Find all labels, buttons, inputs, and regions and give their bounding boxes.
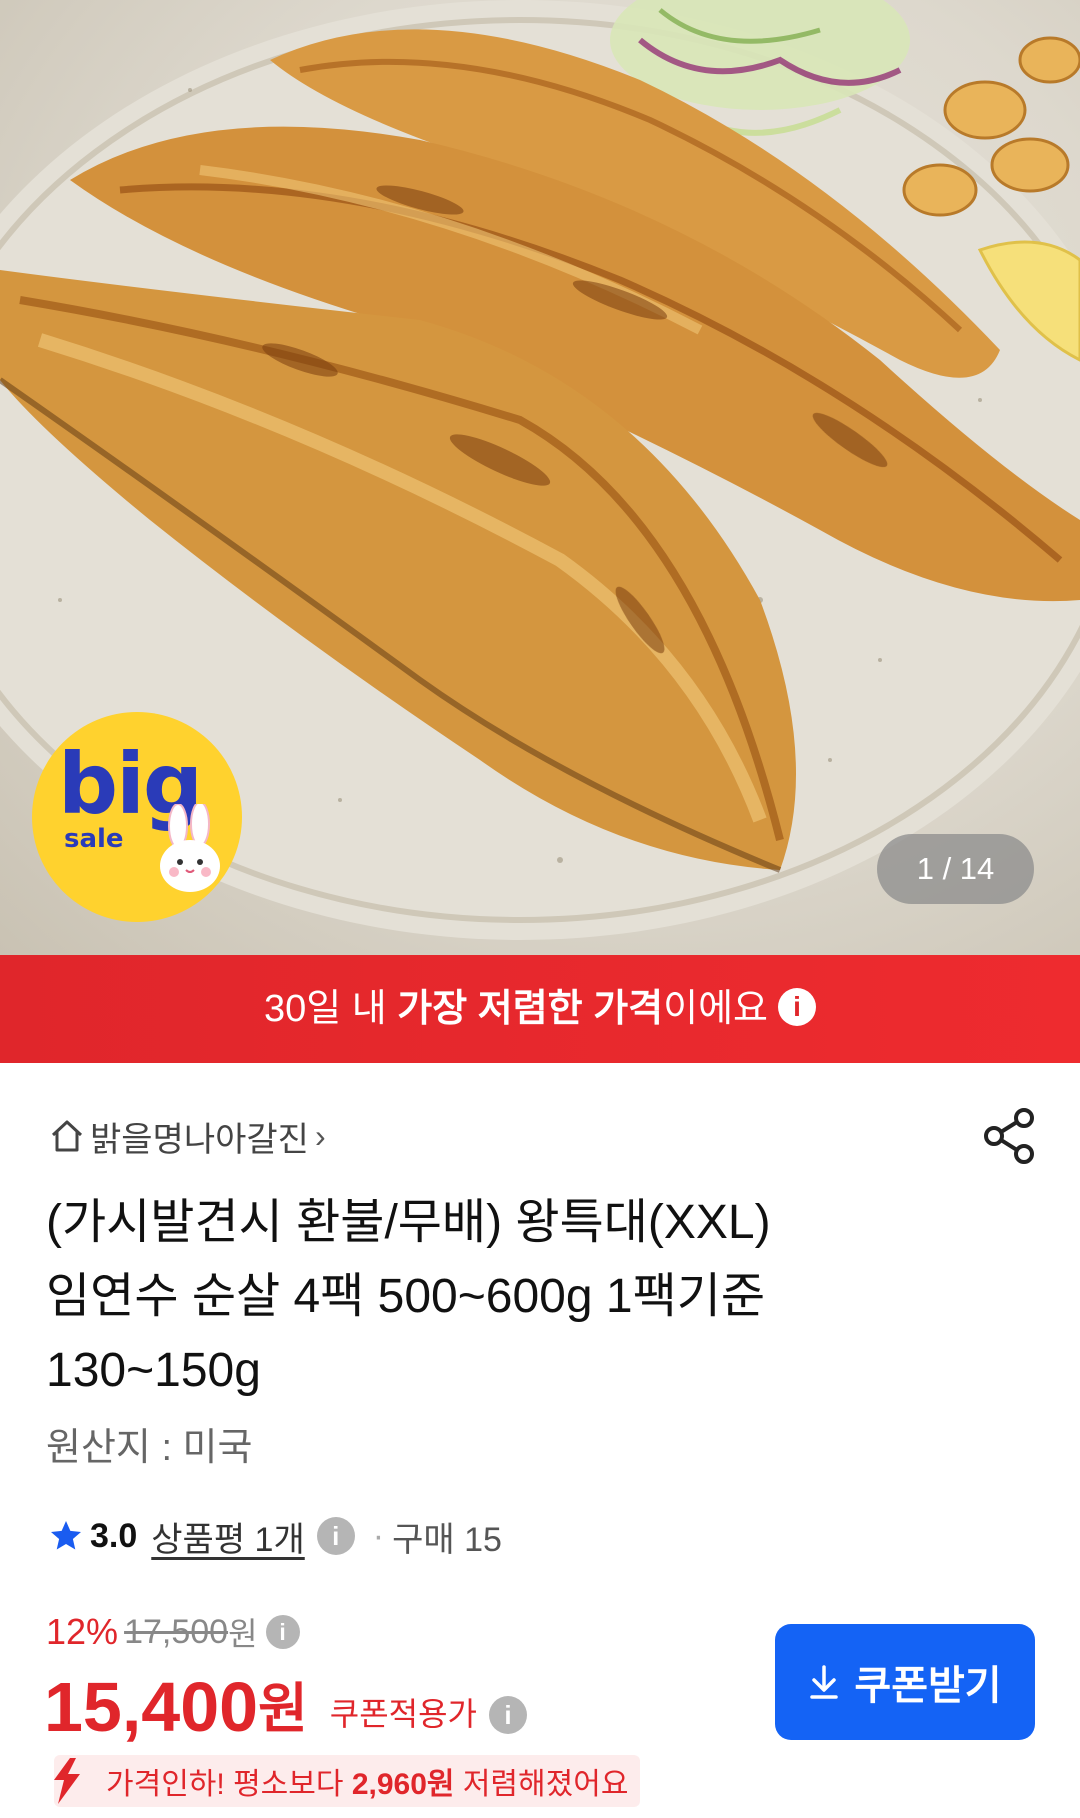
image-counter: 1 / 14 <box>877 834 1034 904</box>
discount-row: 12% 17,500 원 i <box>46 1608 300 1656</box>
price-drop-amount: 2,960원 <box>351 1768 455 1801</box>
arrow-down-icon <box>54 1758 80 1804</box>
product-title: (가시발견시 환불/무배) 왕특대(XXL) 임연수 순살 4팩 500~600… <box>46 1186 1036 1408</box>
badge-sale-text: sale <box>64 824 124 854</box>
purchase-count: 구매 15 <box>392 1520 502 1559</box>
rating-score: 3.0 <box>90 1516 138 1555</box>
get-coupon-button[interactable]: 쿠폰받기 <box>775 1624 1035 1740</box>
store-name: 밝을명나아갈진 <box>90 1120 309 1159</box>
product-title-line: 130~150g <box>46 1344 261 1397</box>
price-drop-prefix: 가격인하! 평소보다 <box>106 1768 352 1801</box>
price-row: 15,400 원 쿠폰적용가 i <box>44 1658 527 1750</box>
info-icon[interactable]: i <box>778 987 817 1026</box>
product-title-line: (가시발견시 환불/무배) 왕특대(XXL) <box>46 1196 771 1249</box>
coupon-price-label: 쿠폰적용가 <box>329 1696 477 1732</box>
info-icon[interactable]: i <box>316 1517 355 1555</box>
lowest-price-banner[interactable]: 30일 내 가장 저렴한 가격이에요 i <box>0 955 1080 1063</box>
download-icon <box>810 1665 839 1699</box>
info-icon[interactable]: i <box>265 1615 300 1649</box>
origin-text: 원산지 : 미국 <box>46 1427 253 1469</box>
original-price-unit: 원 <box>228 1616 258 1652</box>
store-link[interactable]: 밝을명나아갈진 › <box>48 1112 326 1160</box>
share-icon[interactable] <box>982 1106 1038 1166</box>
separator-dot: · <box>372 1516 385 1555</box>
big-sale-badge: big sale <box>32 712 242 922</box>
sale-price: 15,400 <box>44 1668 259 1746</box>
price-drop-notice: 가격인하! 평소보다 2,960원 저렴해졌어요 <box>40 1755 641 1807</box>
banner-bold: 가장 저렴한 가격 <box>397 988 664 1030</box>
banner-suffix: 이에요 <box>663 988 769 1030</box>
rating-row: 3.0 상품평 1개 i · 구매 15 <box>48 1510 502 1562</box>
product-title-line: 임연수 순살 4팩 500~600g 1팩기준 <box>46 1270 766 1323</box>
price-drop-suffix: 저렴해졌어요 <box>454 1768 629 1801</box>
original-price: 17,500 <box>124 1612 229 1651</box>
sale-price-unit: 원 <box>258 1679 308 1739</box>
banner-prefix: 30일 내 <box>263 988 398 1030</box>
chevron-right-icon: › <box>314 1117 326 1154</box>
star-icon <box>51 1521 81 1550</box>
get-coupon-label: 쿠폰받기 <box>854 1664 1002 1708</box>
info-icon[interactable]: i <box>489 1696 527 1734</box>
price-drop-text: 가격인하! 평소보다 2,960원 저렴해졌어요 <box>54 1755 641 1807</box>
discount-percent: 12% <box>46 1611 119 1652</box>
bunny-icon <box>160 804 220 892</box>
product-image-carousel[interactable]: big sale 1 / 14 <box>0 0 1080 955</box>
home-icon <box>51 1120 83 1152</box>
reviews-link[interactable]: 상품평 1개 <box>151 1512 304 1561</box>
